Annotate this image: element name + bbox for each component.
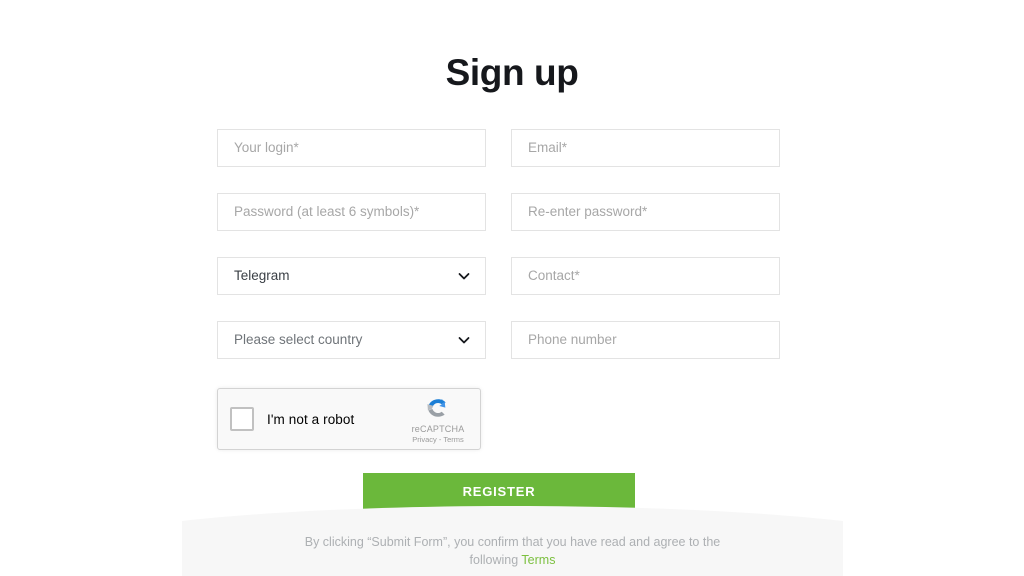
recaptcha-label: I'm not a robot: [267, 411, 355, 427]
password-input[interactable]: Password (at least 6 symbols)*: [217, 193, 486, 231]
phone-input[interactable]: Phone number: [511, 321, 780, 359]
recaptcha-legal-links[interactable]: Privacy - Terms: [402, 435, 474, 444]
messenger-select[interactable]: Telegram: [217, 257, 486, 295]
contact-placeholder: Contact*: [528, 268, 580, 283]
terms-link[interactable]: Terms: [521, 553, 555, 567]
chevron-down-icon: [457, 269, 471, 283]
recaptcha-logo-icon: [402, 394, 474, 422]
recaptcha-checkbox[interactable]: [230, 407, 254, 431]
contact-input[interactable]: Contact*: [511, 257, 780, 295]
terms-notice: By clicking “Submit Form”, you confirm t…: [182, 533, 843, 569]
password-placeholder: Password (at least 6 symbols)*: [234, 204, 420, 219]
login-input[interactable]: Your login*: [217, 129, 486, 167]
recaptcha-widget[interactable]: I'm not a robot reCAPTCHA Privacy - Term…: [217, 388, 481, 450]
login-placeholder: Your login*: [234, 140, 299, 155]
terms-notice-line1: By clicking “Submit Form”, you confirm t…: [304, 535, 721, 549]
signup-page: Sign up Your login* Email* Password (at …: [0, 0, 1024, 576]
recaptcha-brand-name: reCAPTCHA: [411, 424, 465, 434]
confirm-password-input[interactable]: Re-enter password*: [511, 193, 780, 231]
email-placeholder: Email*: [528, 140, 568, 155]
page-title: Sign up: [445, 52, 579, 93]
country-select[interactable]: Please select country: [217, 321, 486, 359]
phone-placeholder: Phone number: [528, 332, 617, 347]
confirm-password-placeholder: Re-enter password*: [528, 204, 648, 219]
recaptcha-branding: reCAPTCHA Privacy - Terms: [402, 394, 474, 444]
country-selected-value: Please select country: [234, 332, 363, 347]
register-button[interactable]: REGISTER: [363, 473, 635, 510]
email-input[interactable]: Email*: [511, 129, 780, 167]
signup-form: Your login* Email* Password (at least 6 …: [217, 129, 780, 359]
terms-notice-line2-prefix: following: [469, 553, 522, 567]
chevron-down-icon: [457, 333, 471, 347]
messenger-selected-value: Telegram: [234, 268, 290, 283]
